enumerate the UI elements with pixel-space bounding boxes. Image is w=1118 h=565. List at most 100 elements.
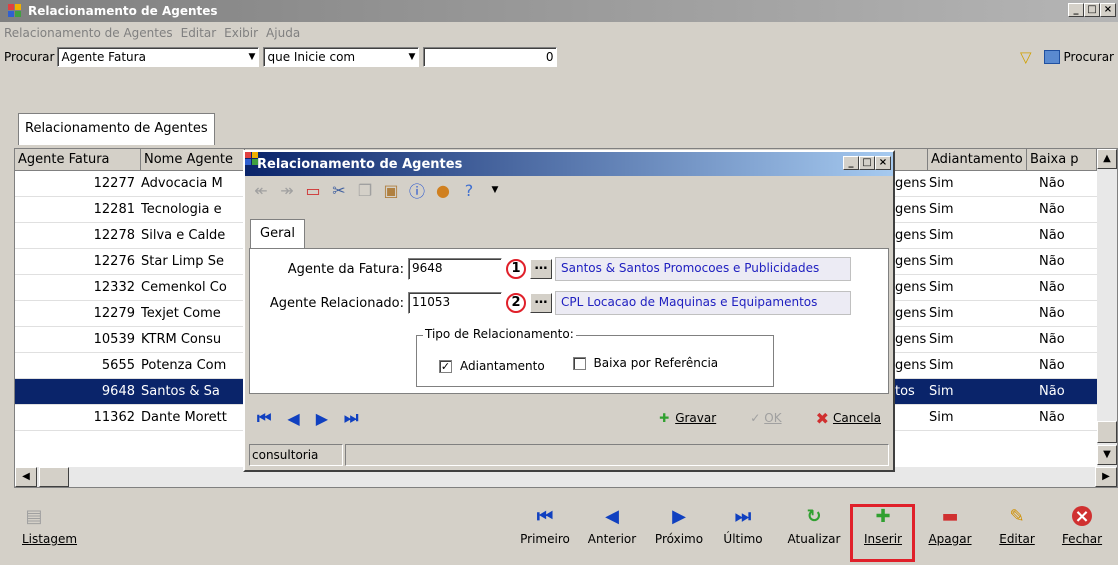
dialog-maximize-button[interactable]: □ — [859, 156, 875, 170]
cell-adiantamento: Sim — [929, 176, 954, 191]
menu-editar[interactable]: Editar — [181, 26, 217, 40]
tab-geral[interactable]: Geral — [250, 219, 305, 249]
delete-icon: ▬ — [941, 505, 959, 527]
cell-nome-agente: Star Limp Se — [141, 254, 224, 269]
agente-fatura-input[interactable]: 9648 — [408, 258, 502, 280]
ok-label: OK — [764, 411, 782, 425]
vertical-scrollbar[interactable]: ▲ ▼ — [1097, 149, 1117, 467]
minimize-button[interactable]: _ — [1068, 3, 1084, 17]
search-input[interactable]: 0 — [423, 47, 558, 67]
cancela-button[interactable]: ✖ Cancela — [816, 409, 889, 428]
dialog-toolbar: ↞ ↠ ▭ ✂ ❐ ▣ ⓘ ● ? ▼ — [245, 176, 893, 204]
menu-relacionamento[interactable]: Relacionamento de Agentes — [4, 26, 173, 40]
adiantamento-check: ✓ — [439, 359, 452, 373]
agente-rel-row: Agente Relacionado: 11053 2 … CPL Locaca… — [250, 291, 851, 315]
last-record-icon: ⏭ — [734, 505, 752, 527]
cell-hidden-col: gens — [895, 358, 927, 373]
apagar-label: Apagar — [928, 532, 972, 546]
adiantamento-checkbox[interactable]: ✓ Adiantamento — [439, 359, 545, 373]
dialog-window: Relacionamento de Agentes _ □ × ↞ ↠ ▭ ✂ … — [243, 150, 895, 472]
scroll-left-button[interactable]: ◀ — [15, 467, 37, 487]
ultimo-button[interactable]: ⏭ Último — [718, 505, 768, 547]
cell-baixa: Não — [1039, 176, 1065, 191]
cut-icon[interactable]: ✂ — [331, 181, 347, 200]
info-icon[interactable]: ⓘ — [409, 178, 425, 202]
main-tabs: Relacionamento de Agentes — [18, 113, 215, 145]
col-nome-agente[interactable]: Nome Agente — [141, 149, 245, 171]
col-agente-fatura[interactable]: Agente Fatura — [15, 149, 141, 171]
agente-rel-lookup-button[interactable]: … — [530, 293, 552, 313]
scroll-up-button[interactable]: ▲ — [1097, 149, 1117, 169]
chevron-down-icon: ▼ — [248, 52, 256, 62]
cell-agente-fatura: 12281 — [93, 202, 135, 217]
col-baixa[interactable]: Baixa p — [1027, 149, 1097, 171]
user-icon[interactable]: ● — [435, 181, 451, 200]
agente-fatura-label: Agente da Fatura: — [287, 261, 404, 277]
dialog-panel: Agente da Fatura: 9648 1 … Santos & Sant… — [249, 248, 889, 394]
dialog-title: Relacionamento de Agentes — [257, 156, 463, 172]
cell-nome-agente: Silva e Calde — [141, 228, 226, 243]
cell-baixa: Não — [1039, 280, 1065, 295]
copy-icon[interactable]: ❐ — [357, 181, 373, 200]
filter-icon[interactable]: ▽ — [1020, 48, 1032, 66]
maximize-button[interactable]: □ — [1084, 3, 1100, 17]
cell-baixa: Não — [1039, 384, 1065, 399]
agente-fatura-lookup-button[interactable]: … — [530, 259, 552, 279]
col-adiantamento[interactable]: Adiantamento — [927, 149, 1027, 171]
listagem-button[interactable]: ▤ Listagem — [22, 506, 82, 547]
cell-nome-agente: Potenza Com — [141, 358, 227, 373]
primeiro-button[interactable]: ⏮ Primeiro — [518, 506, 572, 547]
chevron-down-icon[interactable]: ▼ — [487, 185, 503, 195]
scroll-down-button[interactable]: ▼ — [1097, 445, 1117, 465]
search-field-select[interactable]: Agente Fatura ▼ — [57, 47, 260, 67]
proximo-button[interactable]: ▶ Próximo — [652, 506, 706, 547]
cell-nome-agente: Dante Morett — [141, 410, 227, 425]
cell-nome-agente: Advocacia M — [141, 176, 223, 191]
baixa-checkbox[interactable]: Baixa por Referência — [572, 356, 718, 370]
scroll-right-button[interactable]: ▶ — [1095, 467, 1117, 487]
forward-icon[interactable]: ↠ — [279, 181, 295, 200]
next-icon[interactable]: ▶ — [316, 409, 328, 428]
tab-relacionamento[interactable]: Relacionamento de Agentes — [18, 113, 215, 145]
new-doc-icon[interactable]: ▭ — [305, 181, 321, 200]
back-icon[interactable]: ↞ — [253, 181, 269, 200]
ok-button[interactable]: ✓ OK — [750, 411, 781, 425]
cell-adiantamento: Sim — [929, 306, 954, 321]
editar-button[interactable]: ✎ Editar — [994, 506, 1040, 547]
marker-2: 2 — [506, 293, 526, 313]
scroll-thumb[interactable] — [1097, 421, 1117, 443]
search-button[interactable]: Procurar — [1043, 50, 1118, 64]
anterior-button[interactable]: ◀ Anterior — [584, 505, 640, 547]
dialog-minimize-button[interactable]: _ — [843, 156, 859, 170]
close-button[interactable]: × — [1100, 3, 1116, 17]
cell-baixa: Não — [1039, 332, 1065, 347]
previous-icon: ◀ — [605, 505, 619, 527]
last-record-icon[interactable]: ⏭ — [344, 408, 358, 428]
apagar-button[interactable]: ▬ Apagar — [922, 505, 978, 547]
agente-rel-input[interactable]: 11053 — [408, 292, 502, 314]
cell-agente-fatura: 12279 — [93, 306, 135, 321]
anterior-label: Anterior — [587, 532, 637, 546]
dialog-nav-bar: ⏮ ◀ ▶ ⏭ ✚ Gravar ✓ OK ✖ Cancela — [249, 402, 889, 434]
search-bar: Procurar Agente Fatura ▼ que Inicie com … — [0, 44, 1118, 70]
menu-bar: Relacionamento de Agentes Editar Exibir … — [0, 22, 1118, 44]
help-icon[interactable]: ? — [461, 181, 477, 200]
gravar-button[interactable]: ✚ Gravar — [659, 411, 716, 425]
proximo-label: Próximo — [654, 532, 704, 546]
fechar-button[interactable]: × Fechar — [1056, 506, 1108, 547]
baixa-check — [572, 356, 586, 370]
atualizar-label: Atualizar — [787, 532, 841, 546]
paste-icon[interactable]: ▣ — [383, 181, 399, 200]
h-scroll-thumb[interactable] — [39, 467, 69, 487]
first-record-icon[interactable]: ⏮ — [257, 408, 271, 428]
cell-hidden-col — [895, 405, 927, 431]
menu-ajuda[interactable]: Ajuda — [266, 26, 300, 40]
editar-label: Editar — [999, 532, 1035, 546]
dialog-close-button[interactable]: × — [875, 156, 891, 170]
search-mode-select[interactable]: que Inicie com ▼ — [263, 47, 420, 67]
previous-icon[interactable]: ◀ — [287, 409, 299, 428]
search-label: Procurar — [4, 50, 55, 64]
atualizar-button[interactable]: ↻ Atualizar — [784, 506, 844, 547]
check-icon: ✓ — [750, 411, 761, 425]
menu-exibir[interactable]: Exibir — [224, 26, 258, 40]
